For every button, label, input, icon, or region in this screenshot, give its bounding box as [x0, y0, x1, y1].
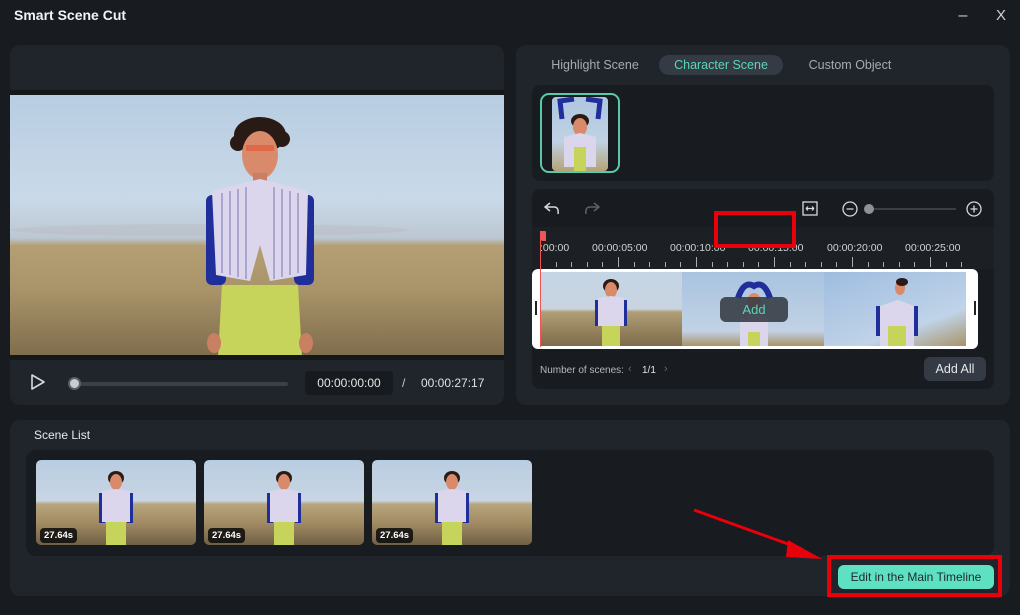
ruler-tick — [649, 262, 651, 267]
ruler-tick — [914, 262, 916, 267]
ruler-tick — [930, 257, 931, 267]
undo-icon[interactable] — [544, 201, 560, 215]
scenes-count-value: 1/1 — [642, 365, 656, 376]
play-icon[interactable] — [30, 373, 46, 391]
seek-handle[interactable] — [68, 377, 81, 390]
scenes-count-label: Number of scenes: — [540, 365, 624, 376]
ruler-tick — [696, 257, 697, 267]
ruler-tick — [805, 262, 807, 267]
scene-timeline: :00:00 00:00:05:00 00:00:10:00 00:00:15:… — [532, 189, 994, 389]
time-separator: / — [402, 376, 406, 390]
ruler-label: 00:00:25:00 — [905, 242, 961, 254]
add-all-button[interactable]: Add All — [924, 357, 986, 381]
ruler-tick — [664, 262, 666, 267]
ruler-tick — [758, 262, 760, 267]
ruler-tick — [742, 262, 744, 267]
ruler-tick — [820, 262, 822, 267]
total-duration: 00:00:27:17 — [421, 376, 485, 390]
trim-handle-right[interactable] — [974, 301, 976, 315]
ruler-tick — [898, 262, 900, 267]
add-annotation-box — [714, 211, 796, 248]
video-player-panel: 00:00:00:00 / 00:00:27:17 — [10, 45, 504, 405]
seek-bar[interactable] — [68, 377, 288, 390]
playhead — [540, 231, 541, 347]
character-thumbnail[interactable] — [540, 93, 620, 173]
ruler-tick — [680, 262, 682, 267]
ruler-tick — [602, 262, 604, 267]
ruler-tick — [883, 262, 885, 267]
redo-icon[interactable] — [584, 201, 600, 215]
ruler-tick — [711, 262, 713, 267]
ruler-tick — [571, 262, 573, 267]
tab-character-scene[interactable]: Character Scene — [659, 55, 783, 75]
ruler-tick — [852, 257, 853, 267]
annotation-arrow-icon — [693, 508, 822, 559]
current-time-field[interactable]: 00:00:00:00 — [305, 371, 393, 395]
ruler-tick — [774, 257, 775, 267]
title-bar: Smart Scene Cut – X — [0, 0, 1020, 34]
minimize-button[interactable]: – — [950, 4, 976, 28]
scene-list: 27.64s 27.64s 27.64s — [26, 450, 994, 556]
character-image — [552, 97, 608, 171]
scene-card[interactable]: 27.64s — [204, 460, 364, 545]
video-area — [10, 90, 504, 400]
scene-card[interactable]: 27.64s — [372, 460, 532, 545]
prev-scene-button[interactable]: ‹ — [628, 363, 632, 375]
scene-duration: 27.64s — [208, 528, 246, 543]
scene-detection-panel: Highlight Scene Character Scene Custom O… — [516, 45, 1010, 405]
character-list — [532, 85, 994, 181]
player-controls: 00:00:00:00 / 00:00:27:17 — [10, 360, 504, 405]
ruler-tick — [836, 262, 838, 267]
ruler-tick — [618, 257, 619, 267]
edit-in-main-timeline-button[interactable]: Edit in the Main Timeline — [838, 565, 994, 589]
scene-duration: 27.64s — [40, 528, 78, 543]
clip-frame — [824, 272, 966, 346]
ruler-label: :00:00 — [540, 242, 570, 254]
ruler-tick — [586, 262, 588, 267]
fit-to-width-icon[interactable] — [802, 201, 818, 216]
ruler-label: 00:00:05:00 — [592, 242, 648, 254]
add-scene-button[interactable]: Add — [720, 297, 788, 322]
ruler-tick — [867, 262, 869, 267]
close-button[interactable]: X — [988, 4, 1014, 28]
zoom-in-icon[interactable] — [966, 201, 982, 217]
ruler-tick — [961, 262, 963, 267]
tab-custom-object[interactable]: Custom Object — [790, 55, 910, 75]
ruler-tick — [945, 262, 947, 267]
video-frame-person — [10, 117, 410, 355]
scene-list-title: Scene List — [34, 428, 91, 442]
scene-card[interactable]: 27.64s — [36, 460, 196, 545]
ruler-tick — [789, 262, 791, 267]
ruler-tick — [727, 262, 729, 267]
video-preview[interactable] — [10, 95, 504, 355]
next-scene-button[interactable]: › — [664, 363, 668, 375]
trim-handle-left[interactable] — [535, 301, 537, 315]
player-header — [10, 45, 504, 90]
window-title: Smart Scene Cut — [14, 7, 127, 23]
zoom-out-icon[interactable] — [842, 201, 858, 217]
scene-duration: 27.64s — [376, 528, 414, 543]
clip-frame — [540, 272, 682, 346]
zoom-slider-handle[interactable] — [864, 204, 874, 214]
tab-highlight-scene[interactable]: Highlight Scene — [538, 55, 652, 75]
ruler-tick — [555, 262, 557, 267]
ruler-label: 00:00:20:00 — [827, 242, 883, 254]
zoom-slider[interactable] — [864, 204, 956, 214]
ruler-tick — [633, 262, 635, 267]
